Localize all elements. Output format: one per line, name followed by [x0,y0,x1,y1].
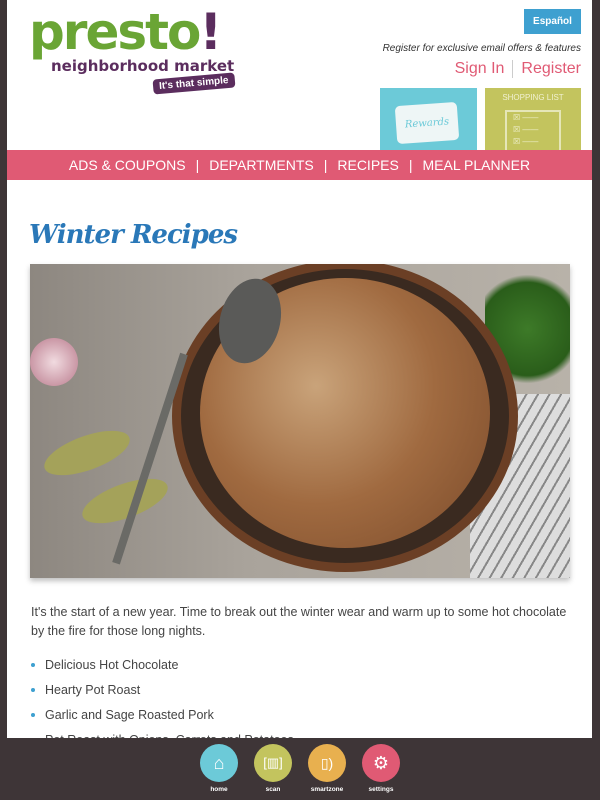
dock-label: scan [265,786,281,793]
espanol-button[interactable]: Español [524,9,581,34]
sign-in-link[interactable]: Sign In [455,60,505,78]
barcode-scan-icon: [▥] [254,744,292,782]
recipe-link[interactable]: Pot Roast with Onions, Carrots and Potat… [31,727,294,739]
dock-home[interactable]: ⌂ home [200,744,238,800]
nav-ads-coupons[interactable]: ADS & COUPONS [69,157,186,173]
nav-departments[interactable]: DEPARTMENTS [209,157,314,173]
shopping-list-tile[interactable]: SHOPPING LIST ☒ —— ☒ —— ☒ —— [485,88,581,150]
rewards-tile[interactable]: Rewards [380,88,477,150]
logo-bang: ! [199,3,222,61]
shopping-list-label: SHOPPING LIST [502,93,564,102]
nav-recipes[interactable]: RECIPES [337,157,398,173]
nav-meal-planner[interactable]: MEAL PLANNER [422,157,530,173]
dock-settings[interactable]: ⚙ settings [362,744,400,800]
dock-label: home [210,786,228,793]
logo-tagline: It's that simple [152,72,236,95]
nav-separator: | [408,157,413,173]
page-title: Winter Recipes [29,220,238,250]
home-icon: ⌂ [200,744,238,782]
dock-label: settings [368,786,394,793]
bottom-dock: ⌂ home [▥] scan ▯) smartzone ⚙ settings [0,738,600,800]
register-link[interactable]: Register [521,60,581,78]
stew-hero-image [30,264,570,578]
nav-separator: | [195,157,200,173]
recipe-list: Delicious Hot Chocolate Hearty Pot Roast… [31,652,294,739]
web-page: presto! neighborhood market It's that si… [7,0,592,738]
logo-text: presto [29,3,201,61]
dock-label: smartzone [310,786,344,793]
recipe-link[interactable]: Garlic and Sage Roasted Pork [31,702,294,727]
nav-separator: | [323,157,328,173]
dock-smartzone[interactable]: ▯) smartzone [308,744,346,800]
main-nav: ADS & COUPONS | DEPARTMENTS | RECIPES | … [7,150,592,180]
rewards-card-icon: Rewards [394,101,460,145]
dock-scan[interactable]: [▥] scan [254,744,292,800]
bay-leaf [38,421,136,485]
presto-logo[interactable]: presto! neighborhood market It's that si… [29,3,236,95]
logo-subtitle: neighborhood market [51,57,235,75]
auth-links: Sign In Register [455,60,581,78]
divider [512,60,514,78]
promo-text: Register for exclusive email offers & fe… [382,43,581,54]
intro-text: It's the start of a new year. Time to br… [31,605,567,638]
recipe-link[interactable]: Delicious Hot Chocolate [31,652,294,677]
checklist-icon: ☒ —— ☒ —— ☒ —— [505,110,561,150]
phone-signal-icon: ▯) [308,744,346,782]
spoon-handle [112,352,188,565]
recipe-link[interactable]: Hearty Pot Roast [31,677,294,702]
gear-icon: ⚙ [362,744,400,782]
garlic [30,338,78,386]
